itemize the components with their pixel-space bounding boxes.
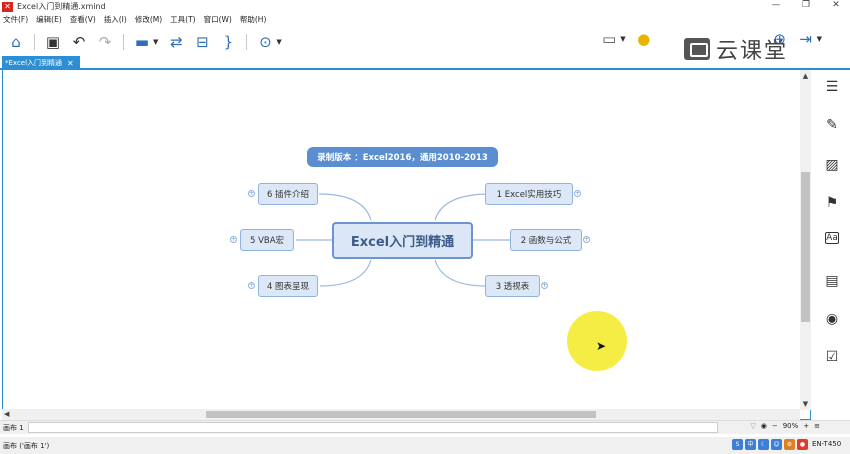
sheet-tab[interactable]: 画布 1: [3, 423, 24, 433]
horizontal-scrollbar[interactable]: ◀: [2, 409, 800, 420]
chevron-down-icon[interactable]: ▼: [276, 38, 281, 46]
mouse-cursor-icon: ➤: [596, 339, 607, 353]
menu-file[interactable]: 文件(F): [3, 14, 28, 25]
chevron-down-icon[interactable]: ▼: [817, 35, 822, 43]
topic-icon[interactable]: ▬: [132, 32, 152, 52]
sheet-area: [27, 422, 718, 433]
boundary-icon[interactable]: ⊟: [192, 32, 212, 52]
topic-plugins[interactable]: 6 插件介绍: [258, 183, 318, 205]
expand-icon[interactable]: +: [541, 282, 548, 289]
app-icon[interactable]: ●: [797, 439, 808, 450]
menu-icon[interactable]: ≡: [814, 422, 820, 430]
menu-view[interactable]: 查看(V): [70, 14, 96, 25]
connection-line: [319, 259, 372, 287]
menu-insert[interactable]: 插入(I): [104, 14, 127, 25]
topic-charts[interactable]: 4 图表呈现: [258, 275, 318, 297]
floating-topic[interactable]: 录制版本 ：Excel2016，通用2010-2013: [307, 147, 498, 167]
status-text: 画布 ('画布 1'): [3, 441, 50, 450]
xmind-window: ✕ Excel入门到精通.xmind — ❐ ✕ 文件(F) 编辑(E) 查看(…: [0, 0, 850, 454]
note-icon[interactable]: ▤: [823, 272, 841, 290]
toolbar-separator: [34, 34, 35, 50]
more-icon[interactable]: ⊙: [255, 32, 275, 52]
tab-document[interactable]: *Excel入门到精通 ✕: [2, 56, 80, 70]
right-sidebar: ☰ ✎ ▨ ⚑ Aa ▤ ◉ ☑: [813, 70, 850, 440]
ime-icon[interactable]: S: [732, 439, 743, 450]
chevron-left-icon[interactable]: ◀: [4, 409, 9, 420]
xmind-logo-icon: ✕: [2, 1, 13, 12]
zoom-level[interactable]: 90%: [783, 422, 799, 430]
relationship-icon[interactable]: ⇄: [166, 32, 186, 52]
expand-icon[interactable]: +: [574, 190, 581, 197]
connection-line: [434, 193, 491, 221]
window-title: Excel入门到精通.xmind: [17, 2, 106, 11]
connection-line: [318, 193, 372, 221]
flag-icon[interactable]: ⚑: [823, 194, 841, 212]
zoom-out-button[interactable]: −: [772, 422, 778, 430]
summary-icon[interactable]: }: [218, 32, 238, 52]
tab-label: *Excel入门到精通: [5, 59, 63, 67]
tray-label: EN-T450: [812, 440, 842, 448]
menu-help[interactable]: 帮助(H): [240, 14, 267, 25]
close-icon[interactable]: ✕: [67, 59, 74, 68]
export-icon[interactable]: ⇥: [796, 29, 816, 49]
sheet-bar: 画布 1 ▽ ◉ − 90% + ≡: [0, 420, 850, 434]
close-icon[interactable]: ✕: [828, 0, 844, 10]
zoom-in-button[interactable]: +: [803, 422, 809, 430]
menu-bar: 文件(F) 编辑(E) 查看(V) 插入(I) 修改(M) 工具(T) 窗口(W…: [0, 13, 274, 26]
menu-edit[interactable]: 编辑(E): [36, 14, 62, 25]
chevron-down-icon[interactable]: ▼: [153, 38, 158, 46]
expand-icon[interactable]: +: [583, 236, 590, 243]
tab-bar: *Excel入门到精通 ✕: [0, 56, 850, 70]
system-tray: S 中 ☾ ☺ ⚙ ●: [732, 439, 808, 450]
bulb-icon[interactable]: ●: [634, 29, 654, 49]
topic-excel-tips[interactable]: 1 Excel实用技巧: [485, 183, 573, 205]
menu-window[interactable]: 窗口(W): [204, 14, 232, 25]
image-icon[interactable]: ▨: [823, 156, 841, 174]
moon-icon[interactable]: ☾: [758, 439, 769, 450]
task-icon[interactable]: ☑: [823, 348, 841, 366]
chevron-up-icon[interactable]: ▲: [800, 72, 811, 80]
chevron-down-icon[interactable]: ▼: [800, 400, 811, 408]
toolbar-separator: [246, 34, 248, 50]
horizontal-scroll-thumb[interactable]: [206, 411, 596, 418]
settings-icon[interactable]: ⚙: [784, 439, 795, 450]
menu-modify[interactable]: 修改(M): [135, 14, 162, 25]
title-bar: ✕ Excel入门到精通.xmind — ❐ ✕: [0, 0, 850, 13]
home-icon[interactable]: ⌂: [6, 32, 26, 52]
expand-icon[interactable]: +: [230, 236, 237, 243]
expand-icon[interactable]: +: [248, 282, 255, 289]
topic-functions[interactable]: 2 函数与公式: [510, 229, 582, 251]
menu-tools[interactable]: 工具(T): [170, 14, 195, 25]
topic-vba[interactable]: 5 VBA宏: [240, 229, 294, 251]
filter-icon[interactable]: ▽: [750, 422, 755, 430]
zoom-controls: ▽ ◉ − 90% + ≡: [750, 422, 820, 430]
status-bar: 画布 ('画布 1') S 中 ☾ ☺ ⚙ ● EN-T450: [0, 437, 850, 454]
minimize-icon[interactable]: —: [768, 0, 784, 10]
vertical-scrollbar[interactable]: ▲ ▼: [800, 70, 811, 410]
toolbar-separator: [123, 34, 124, 50]
format-brush-icon[interactable]: ✎: [823, 116, 841, 134]
expand-icon[interactable]: +: [248, 190, 255, 197]
emoji-icon[interactable]: ☺: [771, 439, 782, 450]
central-topic[interactable]: Excel入门到精通: [332, 222, 473, 259]
save-icon[interactable]: ▣: [43, 32, 63, 52]
outline-icon[interactable]: ☰: [823, 78, 841, 96]
text-style-icon[interactable]: Aa: [825, 232, 839, 244]
restore-icon[interactable]: ❐: [798, 0, 814, 10]
window-controls: — ❐ ✕: [768, 0, 844, 10]
mindmap-canvas[interactable]: 录制版本 ：Excel2016，通用2010-2013 Excel入门到精通 1…: [2, 70, 811, 420]
chevron-down-icon[interactable]: ▼: [620, 35, 625, 43]
topic-pivot[interactable]: 3 透视表: [485, 275, 540, 297]
redo-icon[interactable]: ↷: [95, 32, 115, 52]
vertical-scroll-thumb[interactable]: [801, 172, 810, 322]
undo-icon[interactable]: ↶: [69, 32, 89, 52]
eye-icon[interactable]: ◉: [761, 422, 767, 430]
comment-icon[interactable]: ◉: [823, 310, 841, 328]
chinese-input-icon[interactable]: 中: [745, 439, 756, 450]
connection-line: [434, 259, 487, 287]
presentation-icon[interactable]: ▭: [599, 29, 619, 49]
